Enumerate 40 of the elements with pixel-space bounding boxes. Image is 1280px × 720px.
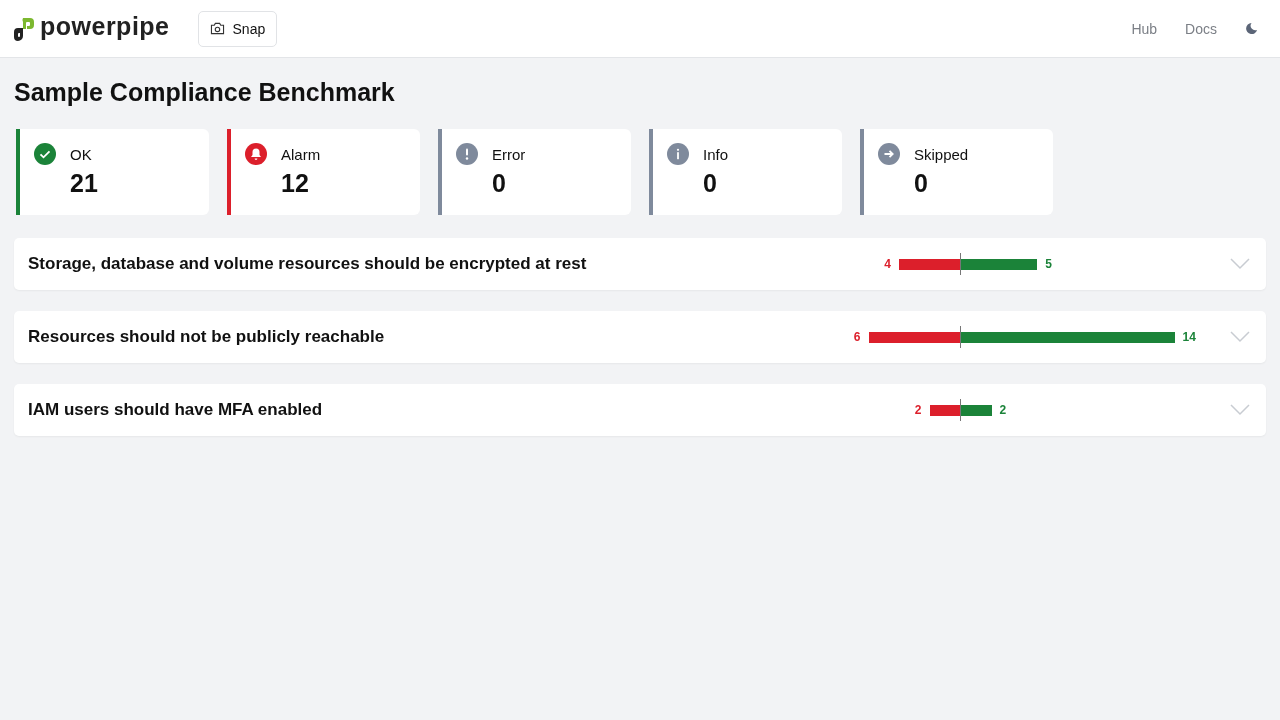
ok-count: 2 bbox=[999, 403, 1007, 417]
bell-icon bbox=[245, 143, 267, 165]
exclamation-icon bbox=[456, 143, 478, 165]
status-label: Info bbox=[703, 145, 729, 163]
control-title: Resources should not be publicly reachable bbox=[28, 327, 386, 347]
nav-link[interactable]: Hub bbox=[1131, 20, 1158, 37]
control-title: IAM users should have MFA enabled bbox=[28, 400, 324, 420]
control-row[interactable]: IAM users should have MFA enabled 2 2 bbox=[14, 384, 1266, 436]
brand-name[interactable]: powerpipe bbox=[40, 12, 170, 41]
chevron-icon[interactable] bbox=[1230, 258, 1250, 270]
alarm-count: 2 bbox=[914, 403, 922, 417]
alarm-count: 4 bbox=[884, 257, 891, 271]
control-row[interactable]: Resources should not be publicly reachable 6 14 bbox=[14, 311, 1266, 363]
status-label: Alarm bbox=[281, 145, 321, 163]
alarm-bar bbox=[929, 404, 960, 416]
chevron-icon[interactable] bbox=[1230, 404, 1250, 416]
alarm-count: 6 bbox=[853, 330, 861, 344]
moon-icon[interactable] bbox=[1245, 22, 1258, 35]
info-icon bbox=[667, 143, 689, 165]
control-title: Storage, database and volume resources should be encrypted at rest bbox=[28, 254, 588, 274]
nav-link[interactable]: Docs bbox=[1185, 20, 1217, 37]
ok-count: 14 bbox=[1182, 330, 1196, 344]
status-count: 0 bbox=[492, 169, 507, 198]
status-count: 0 bbox=[703, 169, 718, 198]
check-icon bbox=[34, 143, 56, 165]
status-label: Skipped bbox=[914, 145, 969, 163]
snap-button[interactable]: Snap bbox=[197, 10, 278, 47]
control-row[interactable]: Storage, database and volume resources should be encrypted at rest 4 5 bbox=[14, 238, 1266, 290]
status-count: 21 bbox=[70, 169, 99, 198]
ok-count: 5 bbox=[1045, 257, 1052, 271]
chevron-icon[interactable] bbox=[1230, 331, 1250, 343]
status-label: Error bbox=[492, 145, 526, 163]
alarm-bar bbox=[899, 258, 960, 270]
status-count: 0 bbox=[914, 169, 929, 198]
status-label: OK bbox=[70, 145, 92, 163]
logo-icon bbox=[14, 15, 34, 42]
status-count: 12 bbox=[281, 169, 310, 198]
page-title: Sample Compliance Benchmark bbox=[14, 78, 396, 107]
ok-bar bbox=[961, 404, 992, 416]
camera-icon bbox=[209, 22, 225, 35]
